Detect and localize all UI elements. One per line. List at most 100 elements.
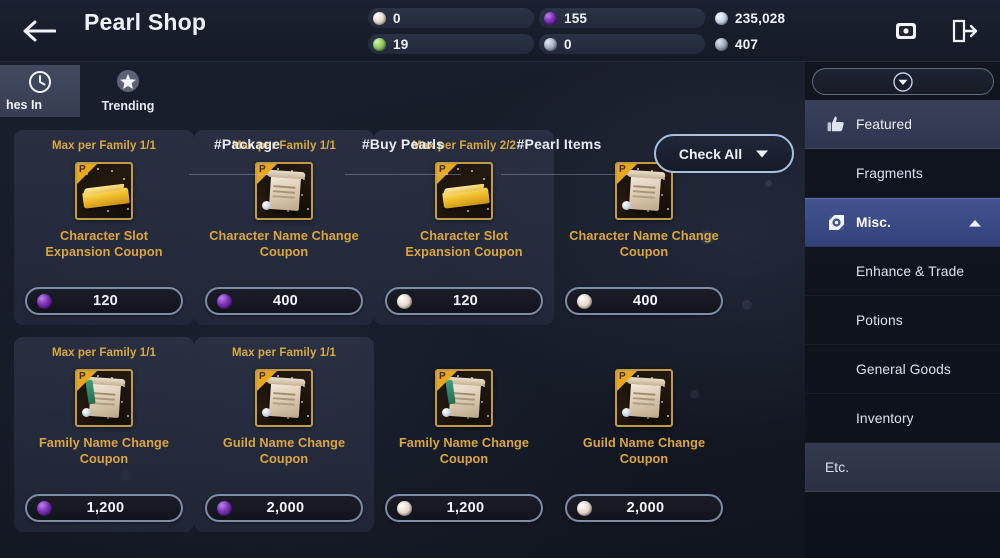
product-price-button[interactable]: 2,000 xyxy=(205,494,363,522)
chevron-down-icon xyxy=(892,71,913,92)
product-price-button[interactable]: 2,000 xyxy=(565,494,723,522)
sidebar-item-label: Etc. xyxy=(825,459,850,475)
thumb-star xyxy=(487,208,490,211)
pearl-badge-letter: P xyxy=(79,371,86,382)
seal-art xyxy=(82,408,91,417)
product-thumbnail: P xyxy=(435,162,493,220)
tab-trending-label: Trending xyxy=(101,99,155,113)
thumb-star xyxy=(667,415,670,418)
product-thumbnail: P xyxy=(615,369,673,427)
product-name-line: Expansion Coupon xyxy=(45,244,163,259)
tab-buy-pearls-label: #Buy Pearls xyxy=(361,136,445,152)
product-thumbnail: P xyxy=(75,162,133,220)
pearl-badge-letter: P xyxy=(259,371,266,382)
mailbox-icon xyxy=(896,23,916,39)
exit-button[interactable] xyxy=(944,11,984,51)
page-title: Pearl Shop xyxy=(84,9,207,35)
pearl-badge-letter: P xyxy=(439,371,446,382)
sidebar-item-general-goods[interactable]: General Goods xyxy=(805,345,1000,394)
sidebar-item-etc[interactable]: Etc. xyxy=(805,443,1000,492)
product-name-line: Character Slot xyxy=(419,229,509,243)
check-all-dropdown[interactable]: Check All xyxy=(654,134,794,173)
product-name-line: Guild Name Change xyxy=(222,436,346,450)
product-card[interactable]: Max per Family 1/1 P Guild Name Change Co… xyxy=(194,337,374,532)
product-price-button[interactable]: 400 xyxy=(565,287,723,315)
tab-refreshes-in[interactable]: hes In xyxy=(0,65,80,117)
thumb-star xyxy=(483,178,485,180)
pearl-white-icon xyxy=(397,500,412,516)
sidebar-item-label: Misc. xyxy=(856,215,892,230)
header-actions xyxy=(886,11,984,51)
product-price-button[interactable]: 1,200 xyxy=(25,494,183,522)
mailbox-button[interactable] xyxy=(886,11,926,51)
product-name-line: Coupon xyxy=(619,244,669,259)
product-price-value: 1,200 xyxy=(446,500,485,516)
currency-value: 155 xyxy=(564,10,588,26)
sidebar-item-potions[interactable]: Potions xyxy=(805,296,1000,345)
gold-bar-art xyxy=(442,187,490,209)
product-price-button[interactable]: 1,200 xyxy=(385,494,543,522)
thumb-star xyxy=(107,210,109,212)
pearl-white-icon xyxy=(397,293,412,309)
product-name-line: Coupon xyxy=(259,244,309,259)
tab-trending[interactable]: Trending xyxy=(96,65,160,117)
seal-art xyxy=(622,408,631,417)
product-price-value: 120 xyxy=(92,293,119,309)
product-name-line: Character Name Change xyxy=(569,229,719,243)
product-card[interactable]: P Guild Name Change Coupon 2,000 xyxy=(554,337,734,532)
product-card[interactable]: P Family Name Change Coupon 1,200 xyxy=(374,337,554,532)
product-card[interactable]: Max per Family 1/1 P Family Name Change C… xyxy=(14,337,194,532)
thumb-star xyxy=(471,170,474,173)
product-price-value: 120 xyxy=(452,293,479,309)
tab-buy-pearls[interactable]: #Buy Pearls xyxy=(334,136,472,175)
tab-refreshes-in-label: hes In xyxy=(5,98,43,112)
product-name-line: Character Name Change xyxy=(209,229,359,243)
currency-value: 235,028 xyxy=(735,10,786,26)
star-icon xyxy=(117,70,139,92)
back-arrow-icon xyxy=(23,20,56,42)
product-price-button[interactable]: 400 xyxy=(205,287,363,315)
tab-bar: hes In Trending #Package #Buy Pearls #Pe… xyxy=(0,62,805,175)
pearl-badge-letter: P xyxy=(79,164,86,175)
seal-art xyxy=(622,201,631,210)
sidebar-item-fragments[interactable]: Fragments xyxy=(805,149,1000,198)
product-name-line: Family Name Change xyxy=(398,436,530,450)
gold-bar-art xyxy=(82,187,130,209)
currency-silver: 235,028 xyxy=(710,8,840,28)
currency-pearl-purple: 155 xyxy=(539,8,705,28)
pearl-purple-icon xyxy=(217,500,232,516)
exit-door-icon xyxy=(952,19,978,43)
currency-panel: 0 155 235,028 19 0 407 xyxy=(368,8,840,54)
chevron-up-icon xyxy=(969,220,981,227)
pearl-purple-icon xyxy=(37,293,52,309)
pearl-white-icon xyxy=(373,11,386,25)
product-thumbnail: P xyxy=(255,369,313,427)
misc-icon xyxy=(825,212,847,234)
product-name-line: Coupon xyxy=(619,451,669,466)
tab-pearl-items[interactable]: #Pearl Items xyxy=(490,136,628,175)
product-price-button[interactable]: 120 xyxy=(385,287,543,315)
seal-art xyxy=(262,201,271,210)
back-button[interactable] xyxy=(20,12,58,50)
check-all-label: Check All xyxy=(678,145,743,162)
product-price-button[interactable]: 120 xyxy=(25,287,183,315)
product-name: Family Name Change Coupon xyxy=(380,436,548,467)
sidebar-item-enhance-trade[interactable]: Enhance & Trade xyxy=(805,247,1000,296)
sidebar-item-inventory[interactable]: Inventory xyxy=(805,394,1000,443)
thumb-star xyxy=(121,401,124,404)
thumb-star xyxy=(97,168,99,170)
product-price-value: 2,000 xyxy=(626,500,665,516)
sidebar-item-list: Featured Fragments Misc. Enhance & Trade P… xyxy=(805,100,1000,492)
product-card[interactable]: Max per Family 1/1 P Character Slot Expan… xyxy=(14,130,194,325)
product-name-line: Coupon xyxy=(79,451,129,466)
thumb-star xyxy=(307,415,310,418)
thumb-star xyxy=(661,194,664,197)
product-name: Family Name Change Coupon xyxy=(20,436,188,467)
product-name: Character Slot Expansion Coupon xyxy=(380,229,548,260)
sidebar-item-featured[interactable]: Featured xyxy=(805,100,1000,149)
pearl-shop-window: Pearl Shop 0 155 235,028 19 0 407 hes In… xyxy=(0,0,1000,558)
sidebar-item-misc[interactable]: Misc. xyxy=(805,198,1000,247)
grey-token-icon xyxy=(544,37,557,51)
tab-package[interactable]: #Package xyxy=(178,136,316,175)
sidebar-collapse-toggle[interactable] xyxy=(811,68,994,95)
